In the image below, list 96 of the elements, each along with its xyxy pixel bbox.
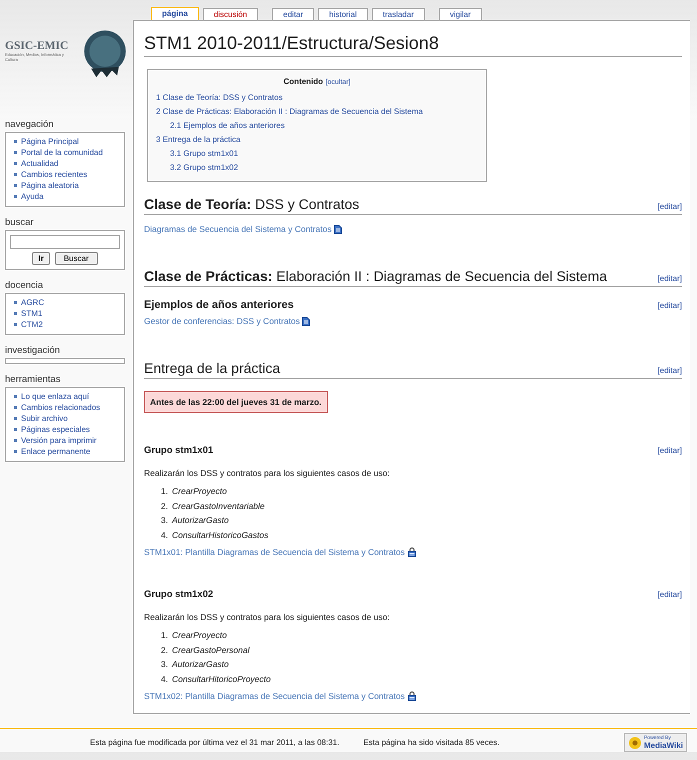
search-field[interactable] [10,235,120,249]
sidebar-link[interactable]: Lo que enlaza aquí [21,391,90,402]
flower-icon [628,736,642,750]
bullet-icon [14,312,17,315]
sidebar-heading: herramientas [5,373,62,387]
list-number: 1. [160,485,168,498]
page-tab[interactable]: editar [272,8,314,20]
list-item: ConsultarHitoricoProyecto [172,672,271,686]
list-item: ConsultarHistoricoGastos [172,528,268,542]
sidebar-link[interactable]: Página Principal [21,136,79,147]
page-tab[interactable]: página [151,7,199,20]
sidebar-heading: buscar [5,216,35,230]
document-link[interactable]: Gestor de conferencias: DSS y Contratos [144,316,300,326]
footer-text: Esta página ha sido visitada 85 veces. [363,738,500,747]
sidebar-link[interactable]: CTM2 [21,319,43,330]
toc-link[interactable]: 1 Clase de Teoría: DSS y Contratos [156,91,478,105]
sidebar-link[interactable]: Cambios relacionados [21,402,100,413]
list-item: CrearProyecto [172,629,227,642]
page-title: STM1 2010-2011/Estructura/Sesion8 [144,33,682,57]
section-heading: Clase de Teoría: DSS y Contratos [144,196,360,212]
bullet-icon [14,195,17,198]
edit-link[interactable]: [editar] [658,274,682,283]
edit-link[interactable]: [editar] [658,301,682,310]
bullet-icon [14,151,17,154]
sidebar-link[interactable]: Páginas especiales [21,424,90,435]
bullet-icon [14,428,17,431]
sidebar-link[interactable]: Portal de la comunidad [21,147,103,158]
edit-link[interactable]: [editar] [658,446,682,455]
list-number: 3. [160,658,168,671]
page-tab[interactable]: discusión [202,8,258,20]
bullet-icon [14,173,17,176]
deadline-notice: Antes de las 22:00 del jueves 31 de marzo. [144,391,328,413]
paragraph: Realizarán los DSS y contratos para los siguientes casos de uso: [144,612,391,622]
toc-title: Contenido [284,77,324,86]
list-number: 4. [160,672,168,686]
bullet-icon [14,323,17,326]
document-link[interactable]: STM1x01: Plantilla Diagramas de Secuencia del Sistema y Contratos [144,547,405,557]
sidebar-link[interactable]: AGRC [21,297,44,308]
bullet-icon [14,184,17,187]
sidebar-heading: navegación [5,118,55,132]
toc-link[interactable]: 2.1 Ejemplos de años anteriores [156,119,478,133]
document-icon [302,316,310,326]
list-number: 2. [160,500,168,512]
toc-link[interactable]: 3.1 Grupo stm1x01 [156,147,478,161]
paragraph: Realizarán los DSS y contratos para los siguientes casos de uso: [144,468,391,478]
sidebar-link[interactable]: Cambios recientes [21,169,88,180]
list-number: 2. [160,644,168,656]
edit-link[interactable]: [editar] [658,366,682,375]
section-heading: Grupo stm1x02 [144,589,214,600]
bullet-icon [14,439,17,442]
list-item: AutorizarGasto [172,658,229,671]
page-tab[interactable]: trasladar [372,8,425,20]
sidebar-link[interactable]: STM1 [21,308,42,319]
sidebar-heading: docencia [5,279,44,293]
bullet-icon [14,450,17,453]
sidebar-heading: investigación [5,344,61,358]
document-icon [334,224,342,234]
document-link[interactable]: STM1x02: Plantilla Diagramas de Secuencia del Sistema y Contratos [144,691,405,701]
toc-link[interactable]: 2 Clase de Prácticas: Elaboración II : Diagramas de Secuencia del Sistema [156,105,478,119]
section-heading: Entrega de la práctica [144,360,280,376]
toc-link[interactable]: 3 Entrega de la práctica [156,133,478,147]
badge-title: MediaWiki [644,741,683,750]
page-tab[interactable]: historial [318,8,368,20]
list-number: 3. [160,514,168,527]
sidebar-link[interactable]: Ayuda [21,191,44,202]
bullet-icon [14,162,17,165]
list-item: CrearGastoPersonal [172,644,250,656]
section-heading: Grupo stm1x01 [144,445,214,456]
list-number: 4. [160,528,168,542]
bullet-icon [14,417,17,420]
lock-icon [406,691,417,701]
page-tab[interactable]: vigilar [438,8,482,20]
list-number: 1. [160,629,168,642]
bullet-icon [14,406,17,409]
sidebar-link[interactable]: Versión para imprimir [21,435,97,446]
list-item: CrearGastoInventariable [172,500,265,512]
search-button[interactable]: Buscar [54,252,98,265]
bullet-icon [14,395,17,398]
edit-link[interactable]: [editar] [658,590,682,599]
toc-link[interactable]: 3.2 Grupo stm1x02 [156,161,478,175]
section-heading: Ejemplos de años anteriores [144,299,294,311]
sidebar-link[interactable]: Subir archivo [21,413,68,424]
footer-text: Esta página fue modificada por última vez el 31 mar 2011, a las 08:31. [90,738,340,747]
document-link[interactable]: Diagramas de Secuencia del Sistema y Contratos [144,224,332,234]
lock-icon [406,547,417,557]
bullet-icon [14,140,17,143]
list-item: CrearProyecto [172,485,227,498]
sidebar-link[interactable]: Página aleatoria [21,180,79,191]
logo-text: GSIC-EMIC [5,40,70,52]
edit-link[interactable]: [editar] [658,202,682,211]
sidebar-link[interactable]: Actualidad [21,158,58,169]
list-item: AutorizarGasto [172,514,229,527]
search-button[interactable]: Ir [32,252,50,265]
section-heading: Clase de Prácticas: Elaboración II : Diagramas de Secuencia del Sistema [144,268,608,284]
sidebar-link[interactable]: Enlace permanente [21,446,90,457]
bullet-icon [14,301,17,304]
